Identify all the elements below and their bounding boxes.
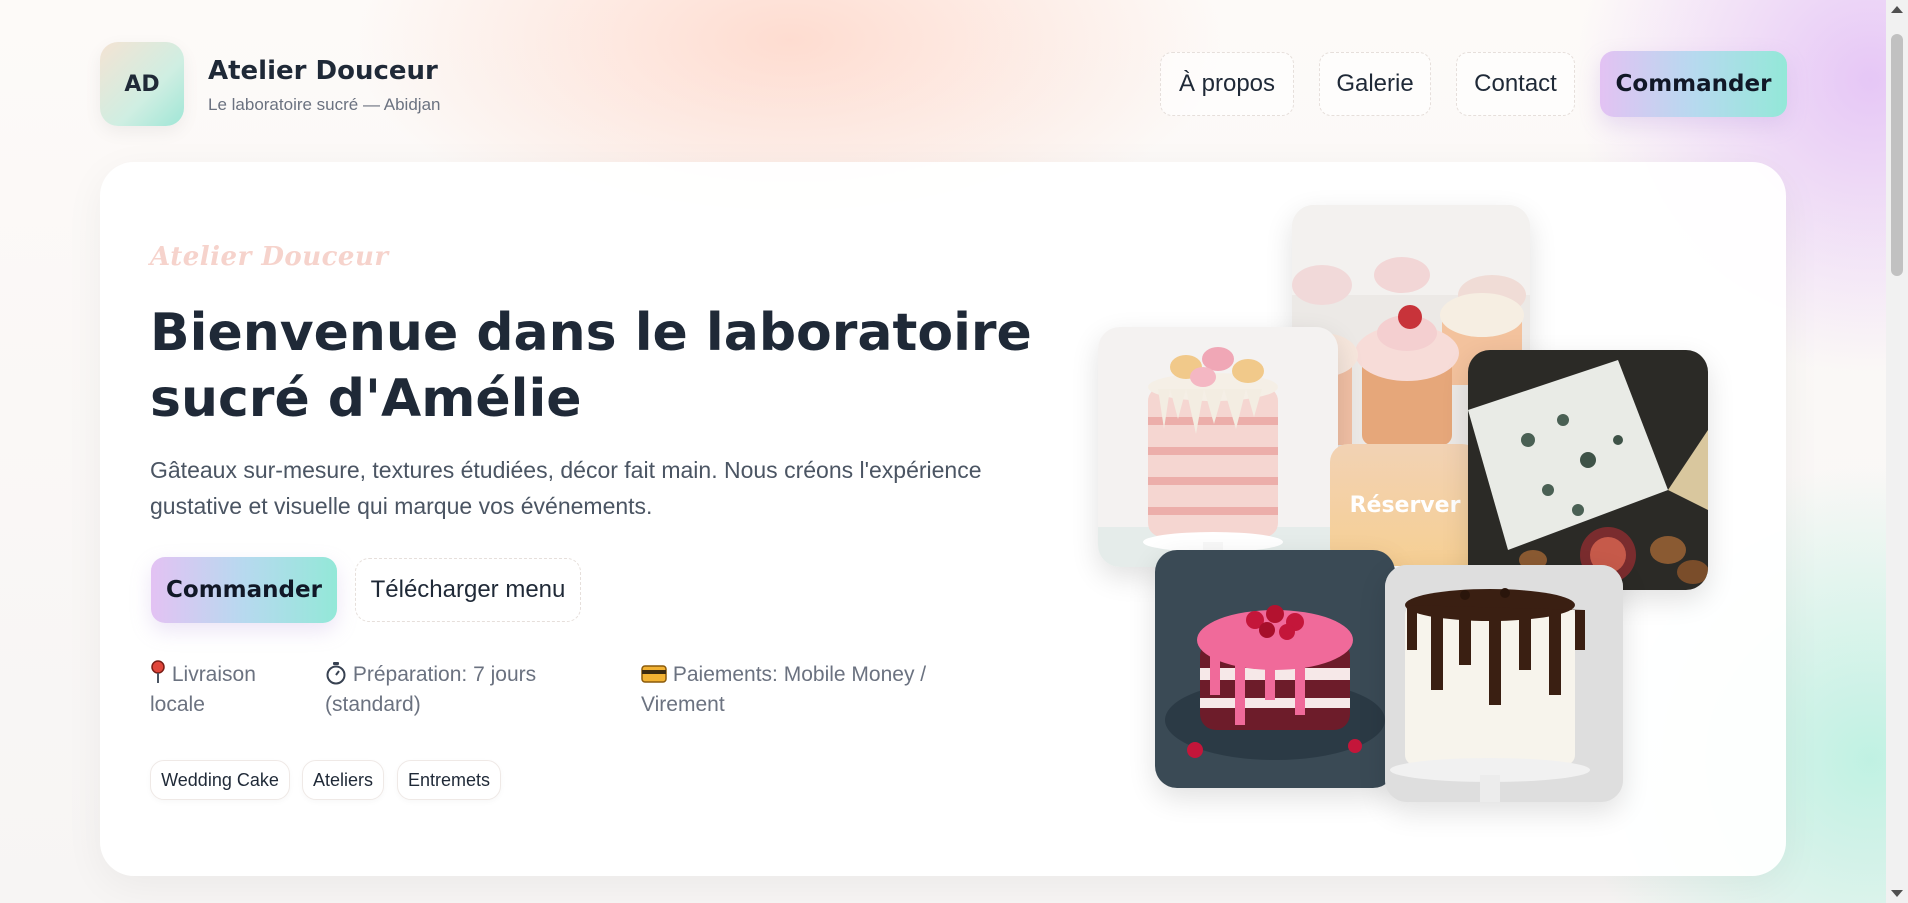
scroll-down-icon[interactable] — [1891, 890, 1903, 897]
stopwatch-icon — [325, 662, 353, 686]
blue-cheese-fig-photo[interactable] — [1468, 350, 1708, 590]
info-payment-text: Paiements: Mobile Money / Virement — [641, 663, 927, 716]
scroll-thumb[interactable] — [1891, 34, 1903, 276]
macaron-drip-cake-photo[interactable] — [1098, 327, 1338, 567]
hero-title: Bienvenue dans le laboratoire sucré d'Am… — [150, 303, 1032, 429]
nav-about[interactable]: À propos — [1160, 52, 1294, 116]
hero-script-title: Atelier Douceur — [150, 242, 389, 272]
nav-contact[interactable]: Contact — [1456, 52, 1575, 116]
info-preparation: Préparation: 7 jours (standard) — [325, 660, 595, 720]
logo-badge[interactable]: AD — [100, 42, 184, 126]
info-delivery: Livraison locale — [150, 660, 280, 720]
credit-card-icon — [641, 663, 673, 686]
raspberry-layer-cake-photo[interactable] — [1155, 550, 1395, 788]
download-menu-button[interactable]: Télécharger menu — [355, 558, 581, 622]
pin-icon — [150, 660, 172, 686]
page-scrollbar[interactable] — [1886, 0, 1908, 903]
tag-ateliers[interactable]: Ateliers — [302, 760, 384, 800]
reserve-button[interactable]: Réserver — [1330, 444, 1480, 566]
info-payment: Paiements: Mobile Money / Virement — [641, 660, 971, 720]
nav-gallery[interactable]: Galerie — [1319, 52, 1431, 116]
chocolate-drip-cake-photo[interactable] — [1385, 565, 1623, 802]
hero-order-button[interactable]: Commander — [151, 557, 337, 623]
tag-entremets[interactable]: Entremets — [397, 760, 501, 800]
tag-wedding-cake[interactable]: Wedding Cake — [150, 760, 290, 800]
info-preparation-text: Préparation: 7 jours (standard) — [325, 663, 537, 716]
hero-lead: Gâteaux sur-mesure, textures étudiées, d… — [150, 457, 982, 519]
nav-order-button[interactable]: Commander — [1600, 51, 1787, 117]
brand-subtitle: Le laboratoire sucré — Abidjan — [208, 95, 441, 114]
scroll-up-icon[interactable] — [1891, 6, 1903, 13]
brand-name: Atelier Douceur — [208, 56, 438, 86]
